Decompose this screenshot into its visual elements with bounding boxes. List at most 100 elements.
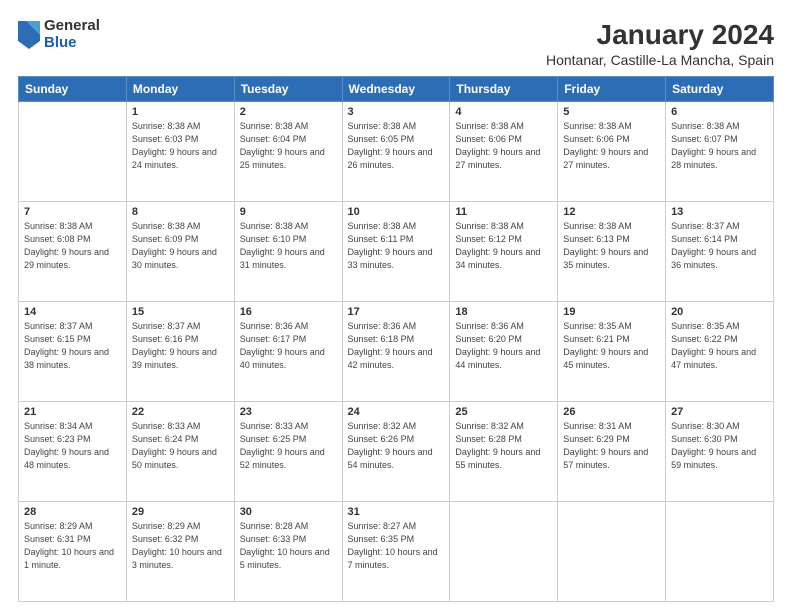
calendar-cell: 28 Sunrise: 8:29 AM Sunset: 6:31 PM Dayli… xyxy=(19,501,127,601)
day-info: Sunrise: 8:34 AM Sunset: 6:23 PM Dayligh… xyxy=(24,420,121,472)
col-header-thursday: Thursday xyxy=(450,76,558,101)
logo-text: General Blue xyxy=(44,18,100,51)
day-number: 30 xyxy=(240,506,337,518)
calendar-cell xyxy=(450,501,558,601)
day-info: Sunrise: 8:37 AM Sunset: 6:15 PM Dayligh… xyxy=(24,320,121,372)
day-number: 1 xyxy=(132,106,229,118)
day-info: Sunrise: 8:37 AM Sunset: 6:14 PM Dayligh… xyxy=(671,220,768,272)
day-number: 24 xyxy=(348,406,445,418)
day-info: Sunrise: 8:38 AM Sunset: 6:07 PM Dayligh… xyxy=(671,120,768,172)
calendar-cell: 11 Sunrise: 8:38 AM Sunset: 6:12 PM Dayli… xyxy=(450,201,558,301)
calendar-cell: 18 Sunrise: 8:36 AM Sunset: 6:20 PM Dayli… xyxy=(450,301,558,401)
day-info: Sunrise: 8:36 AM Sunset: 6:18 PM Dayligh… xyxy=(348,320,445,372)
day-number: 26 xyxy=(563,406,660,418)
col-header-friday: Friday xyxy=(558,76,666,101)
day-info: Sunrise: 8:38 AM Sunset: 6:04 PM Dayligh… xyxy=(240,120,337,172)
calendar-cell: 12 Sunrise: 8:38 AM Sunset: 6:13 PM Dayli… xyxy=(558,201,666,301)
day-info: Sunrise: 8:38 AM Sunset: 6:06 PM Dayligh… xyxy=(455,120,552,172)
calendar-cell: 4 Sunrise: 8:38 AM Sunset: 6:06 PM Daylig… xyxy=(450,101,558,201)
day-info: Sunrise: 8:38 AM Sunset: 6:05 PM Dayligh… xyxy=(348,120,445,172)
day-number: 4 xyxy=(455,106,552,118)
day-info: Sunrise: 8:29 AM Sunset: 6:31 PM Dayligh… xyxy=(24,520,121,572)
calendar-cell: 31 Sunrise: 8:27 AM Sunset: 6:35 PM Dayli… xyxy=(342,501,450,601)
day-number: 27 xyxy=(671,406,768,418)
logo-icon xyxy=(18,21,40,49)
week-row-3: 14 Sunrise: 8:37 AM Sunset: 6:15 PM Dayli… xyxy=(19,301,774,401)
logo-general-text: General xyxy=(44,18,100,35)
day-info: Sunrise: 8:38 AM Sunset: 6:08 PM Dayligh… xyxy=(24,220,121,272)
calendar-cell xyxy=(19,101,127,201)
calendar-cell: 13 Sunrise: 8:37 AM Sunset: 6:14 PM Dayli… xyxy=(666,201,774,301)
calendar-cell: 17 Sunrise: 8:36 AM Sunset: 6:18 PM Dayli… xyxy=(342,301,450,401)
col-header-wednesday: Wednesday xyxy=(342,76,450,101)
day-number: 13 xyxy=(671,206,768,218)
calendar-cell: 29Sunrise: 8:29 AM Sunset: 6:32 PM Dayli… xyxy=(126,501,234,601)
day-number: 14 xyxy=(24,306,121,318)
day-number: 9 xyxy=(240,206,337,218)
day-info: Sunrise: 8:38 AM Sunset: 6:12 PM Dayligh… xyxy=(455,220,552,272)
day-number: 17 xyxy=(348,306,445,318)
calendar-cell: 15 Sunrise: 8:37 AM Sunset: 6:16 PM Dayli… xyxy=(126,301,234,401)
col-header-tuesday: Tuesday xyxy=(234,76,342,101)
day-info: Sunrise: 8:38 AM Sunset: 6:13 PM Dayligh… xyxy=(563,220,660,272)
calendar-cell: 1 Sunrise: 8:38 AM Sunset: 6:03 PM Daylig… xyxy=(126,101,234,201)
day-info: Sunrise: 8:33 AM Sunset: 6:24 PM Dayligh… xyxy=(132,420,229,472)
calendar-cell: 19Sunrise: 8:35 AM Sunset: 6:21 PM Dayli… xyxy=(558,301,666,401)
col-header-saturday: Saturday xyxy=(666,76,774,101)
day-info: Sunrise: 8:38 AM Sunset: 6:10 PM Dayligh… xyxy=(240,220,337,272)
calendar-cell: 8Sunrise: 8:38 AM Sunset: 6:09 PM Daylig… xyxy=(126,201,234,301)
title-block: January 2024 Hontanar, Castille-La Manch… xyxy=(546,18,774,68)
day-number: 6 xyxy=(671,106,768,118)
day-number: 15 xyxy=(132,306,229,318)
day-number: 20 xyxy=(671,306,768,318)
week-row-5: 28 Sunrise: 8:29 AM Sunset: 6:31 PM Dayli… xyxy=(19,501,774,601)
col-header-sunday: Sunday xyxy=(19,76,127,101)
day-info: Sunrise: 8:33 AM Sunset: 6:25 PM Dayligh… xyxy=(240,420,337,472)
day-number: 23 xyxy=(240,406,337,418)
day-info: Sunrise: 8:36 AM Sunset: 6:17 PM Dayligh… xyxy=(240,320,337,372)
day-info: Sunrise: 8:29 AM Sunset: 6:32 PM Dayligh… xyxy=(132,520,229,572)
day-number: 8 xyxy=(132,206,229,218)
day-number: 3 xyxy=(348,106,445,118)
day-info: Sunrise: 8:38 AM Sunset: 6:11 PM Dayligh… xyxy=(348,220,445,272)
calendar-cell: 30 Sunrise: 8:28 AM Sunset: 6:33 PM Dayli… xyxy=(234,501,342,601)
day-number: 25 xyxy=(455,406,552,418)
day-number: 18 xyxy=(455,306,552,318)
day-info: Sunrise: 8:35 AM Sunset: 6:22 PM Dayligh… xyxy=(671,320,768,372)
day-info: Sunrise: 8:32 AM Sunset: 6:26 PM Dayligh… xyxy=(348,420,445,472)
calendar-cell: 21 Sunrise: 8:34 AM Sunset: 6:23 PM Dayli… xyxy=(19,401,127,501)
calendar-cell: 22Sunrise: 8:33 AM Sunset: 6:24 PM Dayli… xyxy=(126,401,234,501)
day-info: Sunrise: 8:31 AM Sunset: 6:29 PM Dayligh… xyxy=(563,420,660,472)
week-row-4: 21 Sunrise: 8:34 AM Sunset: 6:23 PM Dayli… xyxy=(19,401,774,501)
week-row-2: 7Sunrise: 8:38 AM Sunset: 6:08 PM Daylig… xyxy=(19,201,774,301)
calendar-cell: 16 Sunrise: 8:36 AM Sunset: 6:17 PM Dayli… xyxy=(234,301,342,401)
calendar-cell: 14 Sunrise: 8:37 AM Sunset: 6:15 PM Dayli… xyxy=(19,301,127,401)
day-number: 12 xyxy=(563,206,660,218)
logo-blue-text: Blue xyxy=(44,35,100,52)
calendar-table: SundayMondayTuesdayWednesdayThursdayFrid… xyxy=(18,76,774,602)
calendar-cell: 6 Sunrise: 8:38 AM Sunset: 6:07 PM Daylig… xyxy=(666,101,774,201)
col-header-monday: Monday xyxy=(126,76,234,101)
calendar-cell: 3 Sunrise: 8:38 AM Sunset: 6:05 PM Daylig… xyxy=(342,101,450,201)
calendar-cell: 9 Sunrise: 8:38 AM Sunset: 6:10 PM Daylig… xyxy=(234,201,342,301)
calendar-cell: 5Sunrise: 8:38 AM Sunset: 6:06 PM Daylig… xyxy=(558,101,666,201)
day-number: 19 xyxy=(563,306,660,318)
day-info: Sunrise: 8:28 AM Sunset: 6:33 PM Dayligh… xyxy=(240,520,337,572)
calendar-cell: 20 Sunrise: 8:35 AM Sunset: 6:22 PM Dayli… xyxy=(666,301,774,401)
calendar-cell: 26 Sunrise: 8:31 AM Sunset: 6:29 PM Dayli… xyxy=(558,401,666,501)
day-info: Sunrise: 8:37 AM Sunset: 6:16 PM Dayligh… xyxy=(132,320,229,372)
header-row: SundayMondayTuesdayWednesdayThursdayFrid… xyxy=(19,76,774,101)
subtitle: Hontanar, Castille-La Mancha, Spain xyxy=(546,52,774,68)
day-number: 28 xyxy=(24,506,121,518)
week-row-1: 1 Sunrise: 8:38 AM Sunset: 6:03 PM Daylig… xyxy=(19,101,774,201)
day-number: 21 xyxy=(24,406,121,418)
day-number: 11 xyxy=(455,206,552,218)
page: General Blue January 2024 Hontanar, Cast… xyxy=(0,0,792,612)
day-info: Sunrise: 8:36 AM Sunset: 6:20 PM Dayligh… xyxy=(455,320,552,372)
day-number: 16 xyxy=(240,306,337,318)
day-info: Sunrise: 8:38 AM Sunset: 6:03 PM Dayligh… xyxy=(132,120,229,172)
day-number: 31 xyxy=(348,506,445,518)
calendar-cell: 10Sunrise: 8:38 AM Sunset: 6:11 PM Dayli… xyxy=(342,201,450,301)
day-info: Sunrise: 8:27 AM Sunset: 6:35 PM Dayligh… xyxy=(348,520,445,572)
day-info: Sunrise: 8:30 AM Sunset: 6:30 PM Dayligh… xyxy=(671,420,768,472)
